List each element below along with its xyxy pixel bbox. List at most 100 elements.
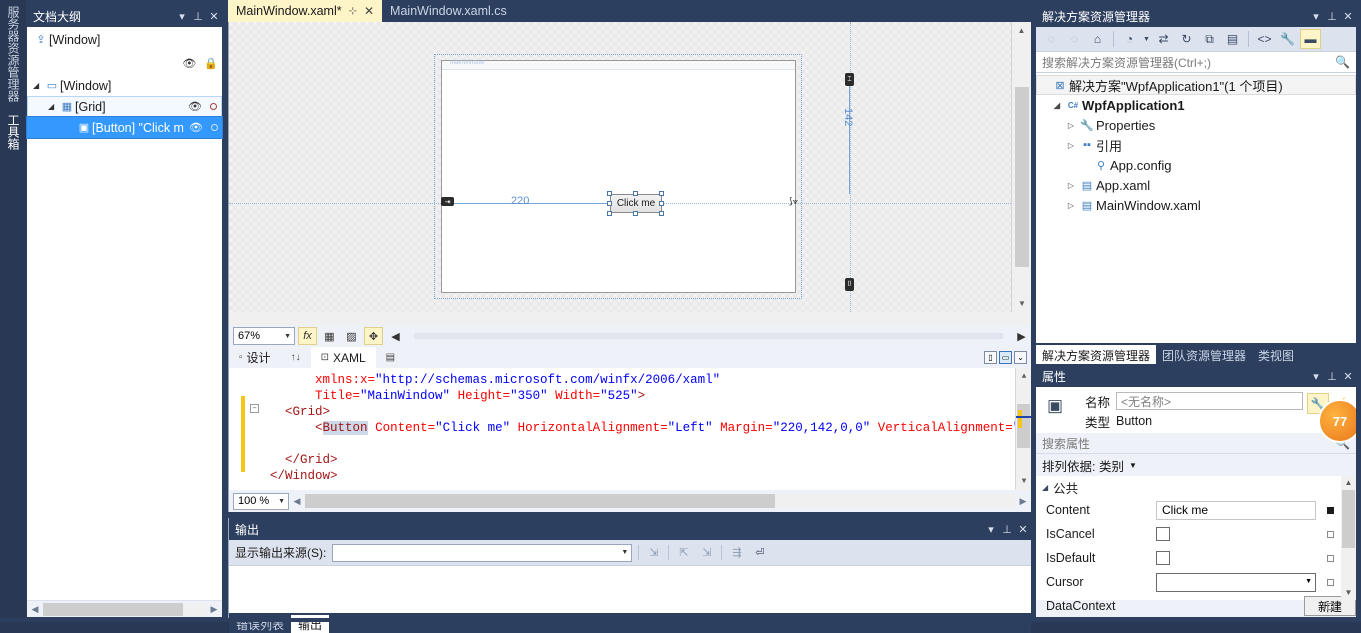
split-horizontal-icon[interactable]: ▭ xyxy=(999,351,1012,364)
solution-tree-item[interactable]: ◢ C# WpfApplication1 xyxy=(1036,95,1356,115)
pin-icon[interactable]: ⊹ xyxy=(349,6,357,17)
code-line[interactable] xyxy=(255,436,1009,452)
split-vertical-icon[interactable]: ▯ xyxy=(984,351,997,364)
back-icon[interactable]: ◌ xyxy=(1041,29,1062,49)
solution-explorer-tree[interactable]: ⊠ 解决方案"WpfApplication1"(1 个项目) ◢ C# WpfAppli… xyxy=(1036,73,1356,343)
expand-arrow-icon[interactable]: ▷ xyxy=(1064,121,1078,130)
outline-item-button[interactable]: ▣ [Button] "Click m 👁 xyxy=(26,116,223,139)
tab-solution-explorer[interactable]: 解决方案资源管理器 xyxy=(1036,345,1157,365)
tab-xaml-view[interactable]: ⊡ XAML xyxy=(310,347,376,368)
properties-icon[interactable]: ▤ xyxy=(1222,29,1243,49)
artboard-icon[interactable]: ✥ xyxy=(364,327,383,345)
show-all-files-icon[interactable]: <> xyxy=(1254,29,1275,49)
chevron-down-icon[interactable]: ▼ xyxy=(1305,578,1312,585)
expand-arrow-icon[interactable]: ▷ xyxy=(1064,201,1078,210)
property-advanced-marker[interactable] xyxy=(1327,602,1334,610)
code-line[interactable]: Title="MainWindow" Height="350" Width="5… xyxy=(255,388,1009,404)
outline-horizontal-scrollbar[interactable]: ◀ ▶ xyxy=(27,600,222,617)
designer-horizontal-scrollbar[interactable] xyxy=(229,312,1011,325)
xaml-designer-surface[interactable]: MainWindow 220 142 ⌶ ⌷ ⇥ ⟆⟇ Click me ▲ ▼ xyxy=(228,22,1031,325)
code-line[interactable]: <Button Content="Click me" HorizontalAli… xyxy=(255,420,1031,436)
wpf-preview-window[interactable]: MainWindow xyxy=(441,60,796,293)
expand-arrow-icon[interactable]: ▷ xyxy=(1064,181,1078,190)
property-advanced-marker[interactable] xyxy=(1327,578,1334,586)
wrap-icon[interactable]: ⇲ xyxy=(698,544,715,562)
pin-icon[interactable]: ⊥ xyxy=(1324,370,1340,383)
search-icon[interactable]: 🔍 xyxy=(1335,55,1350,69)
scroll-track[interactable] xyxy=(305,494,1015,508)
property-checkbox[interactable] xyxy=(1156,551,1170,565)
scroll-up-icon[interactable]: ▲ xyxy=(1341,476,1356,490)
scroll-thumb[interactable] xyxy=(43,602,183,616)
toolbar-splitter[interactable] xyxy=(414,333,1003,339)
resize-handle-se[interactable] xyxy=(659,211,664,216)
tab-mainwindow-xaml-cs[interactable]: MainWindow.xaml.cs xyxy=(382,0,515,22)
pin-icon[interactable]: ⊥ xyxy=(1324,10,1340,23)
close-icon[interactable]: ✕ xyxy=(1340,10,1356,23)
resize-handle-sw[interactable] xyxy=(607,211,612,216)
tab-team-explorer[interactable]: 团队资源管理器 xyxy=(1156,345,1252,365)
solution-tree-item[interactable]: ▷ ▤ MainWindow.xaml xyxy=(1036,195,1356,215)
right-margin-adorner[interactable]: ⟆⟇ xyxy=(787,196,800,206)
forward-icon[interactable]: ◌ xyxy=(1064,29,1085,49)
scroll-right-icon[interactable]: ▶ xyxy=(206,604,222,615)
expand-arrow-icon[interactable]: ◢ xyxy=(1042,483,1048,492)
expand-arrow-icon[interactable]: ▷ xyxy=(1064,141,1078,150)
code-line[interactable]: <Grid> xyxy=(255,404,1009,420)
lock-toggle-icon[interactable] xyxy=(211,124,218,131)
chevron-down-icon[interactable]: ▼ xyxy=(621,549,628,556)
tab-class-view[interactable]: 类视图 xyxy=(1252,345,1300,365)
tab-mainwindow-xaml[interactable]: MainWindow.xaml* ⊹ ✕ xyxy=(228,0,383,22)
editor-zoom-select[interactable]: 100 % ▼ xyxy=(233,492,289,510)
scroll-left-icon[interactable]: ◀ xyxy=(27,604,43,615)
scroll-down-icon[interactable]: ▼ xyxy=(1012,295,1032,312)
eye-icon[interactable]: 👁 xyxy=(188,100,202,113)
close-icon[interactable]: ✕ xyxy=(1340,370,1356,383)
collapse-all-icon[interactable]: ⧉ xyxy=(1199,29,1220,49)
eye-icon[interactable]: 👁 xyxy=(189,121,203,134)
pin-icon[interactable]: ⊥ xyxy=(190,10,206,23)
chevron-down-icon[interactable]: ▾ xyxy=(1308,370,1324,383)
solution-tree-item[interactable]: ▷ ▪▪ 引用 xyxy=(1036,135,1356,155)
property-combo[interactable]: ▼ xyxy=(1156,572,1316,592)
solution-tree-item[interactable]: ⚲ App.config xyxy=(1036,155,1356,175)
scroll-up-icon[interactable]: ▲ xyxy=(1012,22,1031,39)
close-icon[interactable]: ✕ xyxy=(364,4,374,18)
chevron-down-icon[interactable]: ▾ xyxy=(983,523,999,536)
eye-icon[interactable]: 👁 xyxy=(182,57,196,70)
scroll-thumb[interactable] xyxy=(1342,490,1355,548)
lock-icon[interactable]: 🔒 xyxy=(204,57,218,70)
preview-icon[interactable]: ▬ xyxy=(1300,29,1321,49)
editor-text-area[interactable]: xmlns:x="http://schemas.microsoft.com/wi… xyxy=(255,372,1031,484)
snap-icon[interactable]: ▨ xyxy=(342,327,361,345)
code-line[interactable]: </Window> xyxy=(255,468,1009,484)
scroll-thumb[interactable] xyxy=(1015,87,1029,267)
editor-vertical-scrollbar[interactable]: ▲ ▼ xyxy=(1015,368,1031,490)
chevron-down-icon[interactable]: ▼ xyxy=(284,333,291,340)
properties-list[interactable]: ◢ 公共 Content Click me IsCancel IsDefault Cur… xyxy=(1036,476,1356,616)
resize-handle-nw[interactable] xyxy=(607,191,612,196)
chevron-down-icon[interactable]: ▾ xyxy=(1308,10,1324,23)
pending-changes-icon[interactable]: ◔ xyxy=(1119,29,1140,49)
resize-handle-s[interactable] xyxy=(633,211,638,216)
chevron-down-icon[interactable]: ▾ xyxy=(174,10,190,23)
refresh-icon[interactable]: ↻ xyxy=(1176,29,1197,49)
solution-tree-item[interactable]: ▷ 🔧 Properties xyxy=(1036,115,1356,135)
scroll-track[interactable] xyxy=(43,602,206,616)
expand-arrow-icon[interactable]: ◢ xyxy=(33,81,44,90)
find-icon[interactable]: ⇲ xyxy=(645,544,662,562)
close-icon[interactable]: ✕ xyxy=(1015,523,1031,536)
chevron-down-icon[interactable]: ▼ xyxy=(278,498,285,505)
chevron-down-icon[interactable]: ▼ xyxy=(1142,29,1151,49)
close-icon[interactable]: ✕ xyxy=(206,10,222,23)
output-source-select[interactable]: ▼ xyxy=(332,543,633,562)
collapse-pane-icon[interactable]: ⌄ xyxy=(1014,351,1027,364)
solution-tree-item[interactable]: ⊠ 解决方案"WpfApplication1"(1 个项目) xyxy=(1036,75,1356,95)
swap-panes-button[interactable]: ↑↓ xyxy=(281,347,311,368)
collapse-icon[interactable]: ◀ xyxy=(386,327,405,345)
clear-icon[interactable]: ⇱ xyxy=(675,544,692,562)
design-canvas[interactable]: MainWindow 220 142 ⌶ ⌷ ⇥ ⟆⟇ Click me xyxy=(229,22,1011,312)
scroll-down-icon[interactable]: ▼ xyxy=(1016,473,1031,490)
code-line[interactable]: xmlns:x="http://schemas.microsoft.com/wi… xyxy=(255,372,1009,388)
solution-tree-item[interactable]: ▷ ▤ App.xaml xyxy=(1036,175,1356,195)
